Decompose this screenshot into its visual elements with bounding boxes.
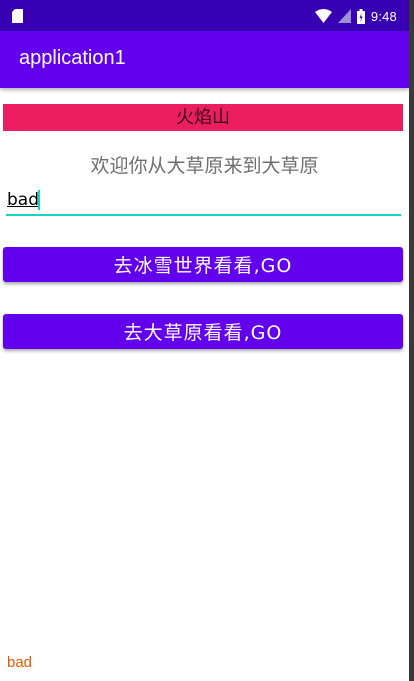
text-input[interactable]	[6, 186, 401, 216]
text-cursor	[38, 190, 40, 210]
cellular-signal-icon	[337, 9, 351, 23]
wifi-icon	[314, 9, 332, 23]
bottom-status-text: bad	[7, 654, 33, 671]
status-bar: 9:48	[0, 0, 409, 31]
clock: 9:48	[370, 8, 397, 24]
app-bar: application1	[0, 31, 409, 88]
go-snow-world-button[interactable]: 去冰雪世界看看,GO	[3, 247, 403, 282]
window-edge	[409, 0, 414, 681]
sim-card-icon	[12, 9, 23, 23]
battery-icon	[356, 8, 365, 24]
go-grassland-button[interactable]: 去大草原看看,GO	[3, 314, 403, 349]
app-screen: 9:48 application1 火焰山 欢迎你从大草原来到大草原 去冰雪世界…	[0, 0, 409, 681]
app-title: application1	[19, 47, 126, 69]
banner-label: 火焰山	[3, 104, 403, 131]
welcome-text: 欢迎你从大草原来到大草原	[90, 155, 319, 177]
